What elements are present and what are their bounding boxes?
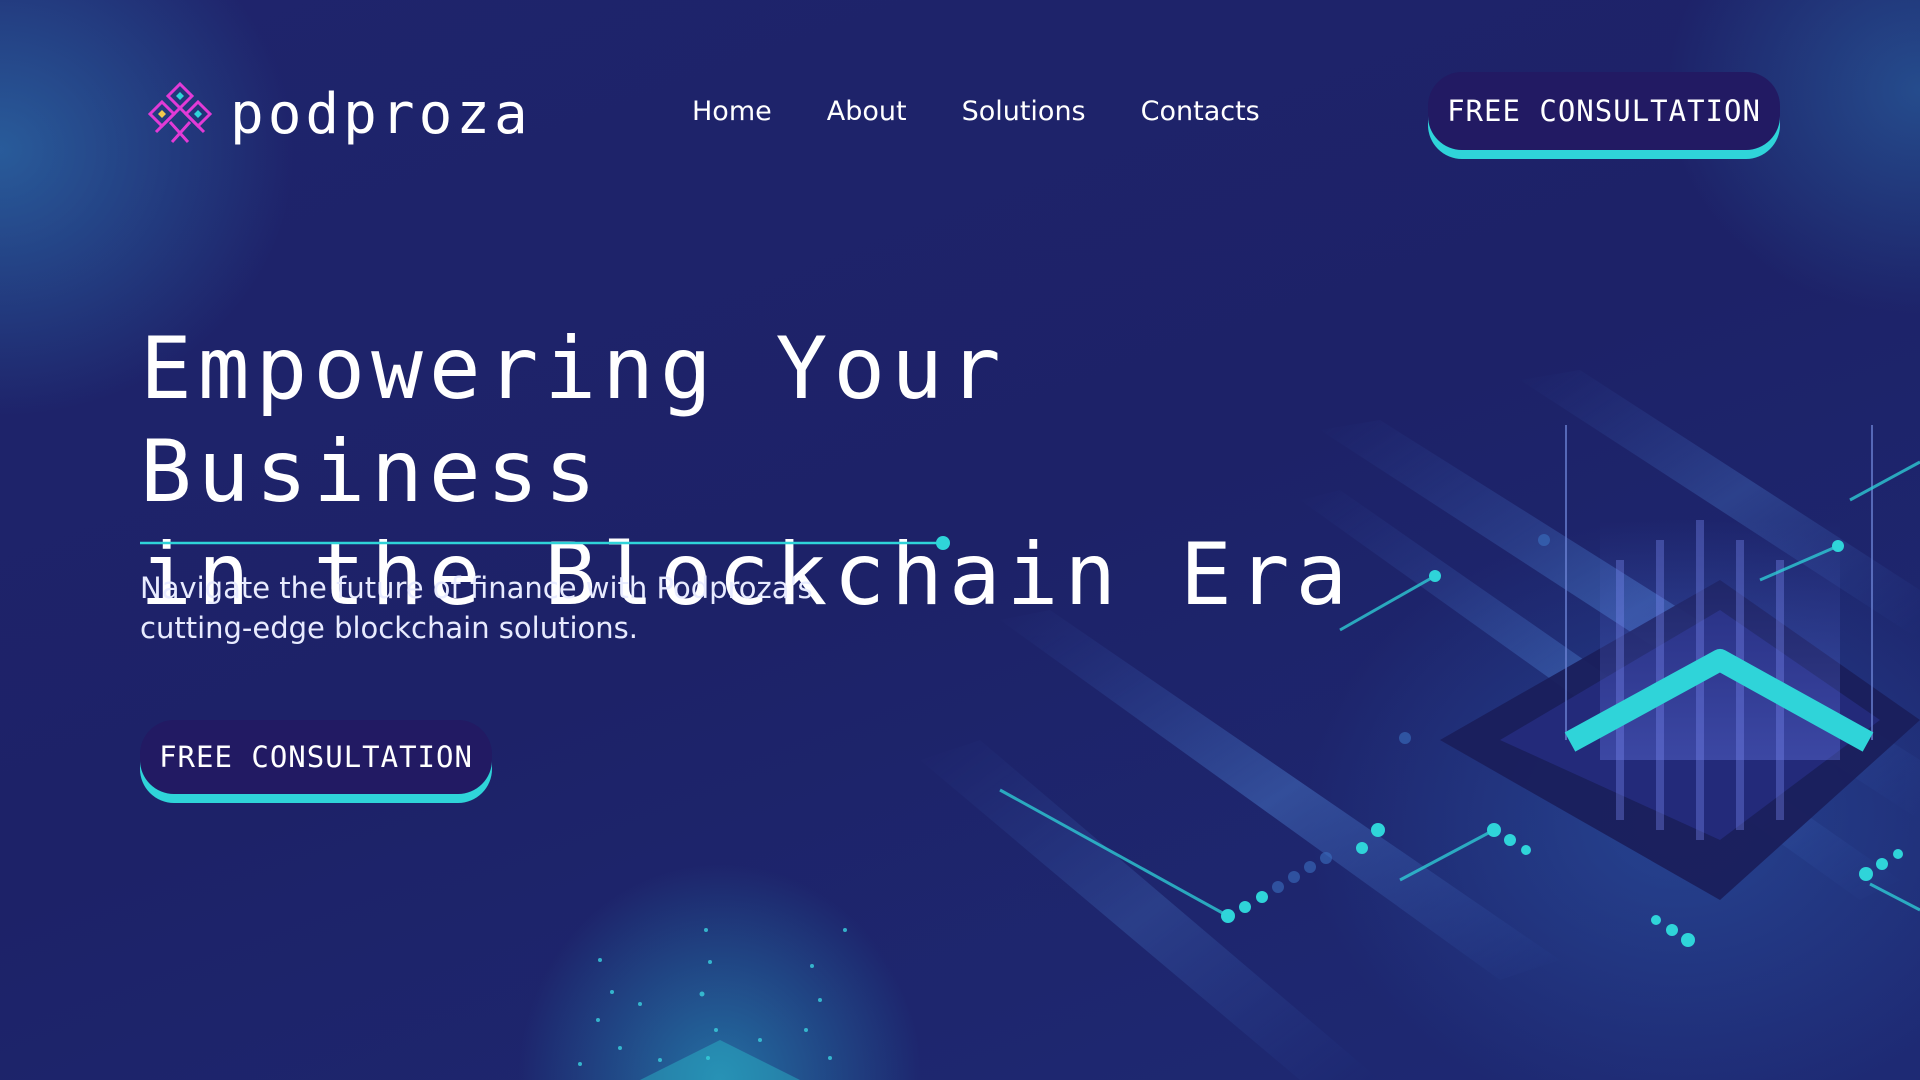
nav-solutions[interactable]: Solutions <box>962 96 1086 127</box>
brand-logo[interactable]: podproza <box>140 80 532 150</box>
nav-home[interactable]: Home <box>692 96 772 127</box>
header-free-consultation-button[interactable]: FREE CONSULTATION <box>1428 72 1780 150</box>
hero-subtitle-line-1: Navigate the future of finance with Podp… <box>140 571 813 605</box>
hero-title-line-1: Empowering Your Business <box>140 319 1007 522</box>
hero-divider <box>140 536 950 550</box>
main-nav: Home About Solutions Contacts <box>692 96 1260 127</box>
nav-contacts[interactable]: Contacts <box>1141 96 1260 127</box>
nav-about[interactable]: About <box>827 96 907 127</box>
site-header: podproza Home About Solutions Contacts F… <box>140 72 1780 162</box>
brand-name: podproza <box>230 82 532 147</box>
hero-subtitle: Navigate the future of finance with Podp… <box>140 568 900 648</box>
dot-icon <box>936 536 950 550</box>
hero-subtitle-line-2: cutting-edge blockchain solutions. <box>140 611 638 645</box>
diamond-knot-logo-icon <box>147 81 213 144</box>
hero-free-consultation-button[interactable]: FREE CONSULTATION <box>140 720 492 794</box>
